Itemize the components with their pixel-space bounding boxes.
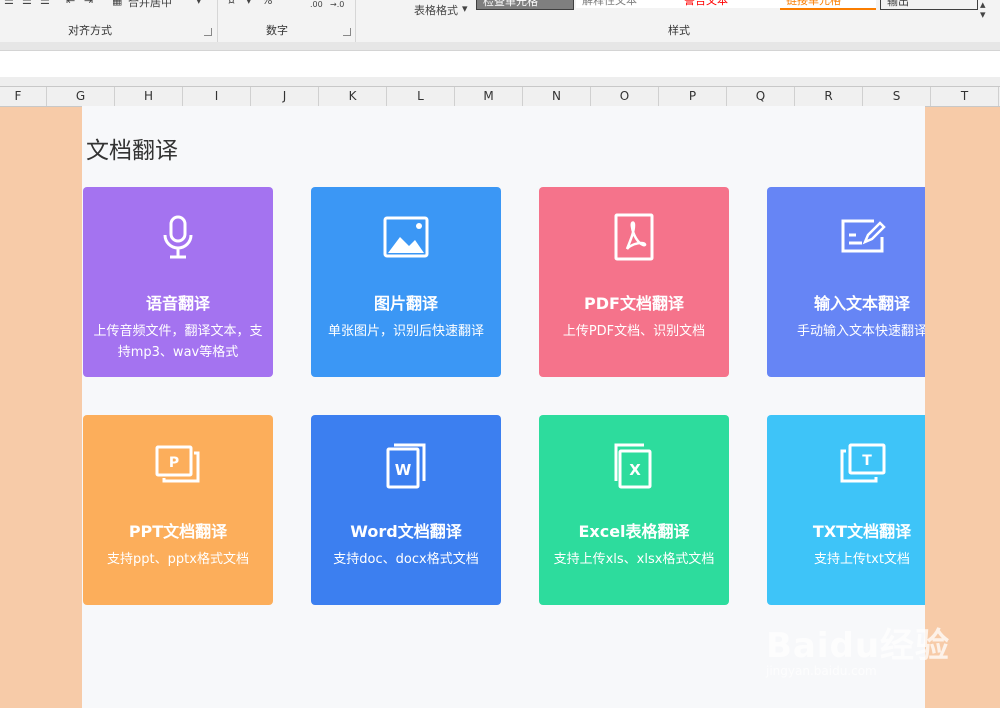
card-edit[interactable]: 输入文本翻译手动输入文本快速翻译 bbox=[767, 187, 925, 377]
card-pdf[interactable]: PDF文档翻译上传PDF文档、识别文档 bbox=[539, 187, 729, 377]
ribbon-spacer bbox=[0, 42, 1000, 50]
chevron-down-icon[interactable]: ▾ bbox=[246, 0, 252, 7]
chevron-down-icon[interactable]: ▾ bbox=[462, 2, 468, 15]
indent-decrease-icon[interactable]: ⇤ bbox=[66, 0, 75, 7]
indent-increase-icon[interactable]: ⇥ bbox=[84, 0, 93, 7]
align-right-icon[interactable]: ☰ bbox=[40, 0, 50, 7]
cell-style-explanatory[interactable]: 解释性文本 bbox=[576, 0, 678, 8]
edit-icon bbox=[838, 213, 886, 261]
pdf-icon bbox=[610, 213, 658, 261]
column-header-h[interactable]: H bbox=[115, 87, 183, 106]
alignment-dialog-launcher[interactable] bbox=[204, 28, 212, 36]
svg-text:P: P bbox=[169, 455, 179, 471]
card-description: 手动输入文本快速翻译 bbox=[796, 324, 925, 339]
microphone-icon bbox=[154, 213, 202, 261]
merge-center-button[interactable]: 合并居中 bbox=[128, 0, 172, 10]
watermark-logo-text: Baidu经验 bbox=[766, 626, 951, 666]
align-left-icon[interactable]: ☰ bbox=[4, 0, 14, 7]
card-title: PDF文档翻译 bbox=[584, 294, 684, 313]
more-styles-icon[interactable]: ▾ bbox=[980, 8, 986, 21]
column-header-l[interactable]: L bbox=[387, 87, 455, 106]
increase-decimal-button[interactable]: .00 bbox=[310, 0, 323, 9]
column-header-p[interactable]: P bbox=[659, 87, 727, 106]
group-label-alignment: 对齐方式 bbox=[68, 24, 112, 37]
cell-style-check[interactable]: 检查单元格 bbox=[476, 0, 574, 10]
card-image[interactable]: 图片翻译单张图片，识别后快速翻译 bbox=[311, 187, 501, 377]
card-description: 上传音频文件，翻译文本，支持mp3、wav等格式 bbox=[93, 324, 263, 360]
column-header-j[interactable]: J bbox=[251, 87, 319, 106]
column-headers: FGHIJKLMNOPQRST bbox=[0, 86, 1000, 107]
page-title: 文档翻译 bbox=[86, 138, 178, 164]
card-txt[interactable]: T TXT文档翻译支持上传txt文档 bbox=[767, 415, 925, 605]
column-header-m[interactable]: M bbox=[455, 87, 523, 106]
align-center-icon[interactable]: ☰ bbox=[22, 0, 32, 7]
column-header-f[interactable]: F bbox=[0, 87, 47, 106]
ppt-icon: P bbox=[154, 441, 202, 489]
cell-style-output[interactable]: 输出 bbox=[880, 0, 978, 10]
excel-icon: X bbox=[610, 441, 658, 489]
card-title: 图片翻译 bbox=[373, 294, 438, 313]
card-microphone[interactable]: 语音翻译上传音频文件，翻译文本，支持mp3、wav等格式 bbox=[83, 187, 273, 377]
watermark-url: jingyan.baidu.com bbox=[766, 664, 877, 678]
decrease-decimal-button[interactable]: →.0 bbox=[330, 0, 344, 9]
divider bbox=[217, 0, 218, 42]
ribbon: ☰ ☰ ☰ ⇤ ⇥ ▦ 合并居中 ▾ 对齐方式 ¤ ▾ % .00 →.0 数字… bbox=[0, 0, 1000, 43]
column-header-o[interactable]: O bbox=[591, 87, 659, 106]
column-header-k[interactable]: K bbox=[319, 87, 387, 106]
card-ppt[interactable]: P PPT文档翻译支持ppt、pptx格式文档 bbox=[83, 415, 273, 605]
image-icon bbox=[382, 213, 430, 261]
card-title: TXT文档翻译 bbox=[812, 522, 912, 541]
card-description: 支持上传xls、xlsx格式文档 bbox=[553, 552, 715, 567]
card-description: 支持上传txt文档 bbox=[814, 552, 910, 567]
table-format-button[interactable]: 表格格式 bbox=[414, 2, 458, 18]
column-header-r[interactable]: R bbox=[795, 87, 863, 106]
currency-icon[interactable]: ¤ bbox=[228, 0, 235, 7]
group-label-styles: 样式 bbox=[668, 24, 690, 37]
word-icon: W bbox=[382, 441, 430, 489]
formula-bar[interactable] bbox=[0, 50, 1000, 78]
card-title: Word文档翻译 bbox=[350, 522, 462, 541]
toolbar-spacer bbox=[0, 77, 1000, 86]
cell-style-warning[interactable]: 警告文本 bbox=[678, 0, 780, 8]
card-title: Excel表格翻译 bbox=[578, 522, 690, 541]
card-title: 输入文本翻译 bbox=[813, 294, 910, 313]
column-header-t[interactable]: T bbox=[931, 87, 999, 106]
svg-text:W: W bbox=[395, 461, 412, 479]
column-header-q[interactable]: Q bbox=[727, 87, 795, 106]
group-label-number: 数字 bbox=[266, 24, 288, 37]
column-header-s[interactable]: S bbox=[863, 87, 931, 106]
percent-button[interactable]: % bbox=[262, 0, 272, 7]
card-word[interactable]: W Word文档翻译支持doc、docx格式文档 bbox=[311, 415, 501, 605]
chevron-down-icon[interactable]: ▾ bbox=[196, 0, 202, 7]
number-dialog-launcher[interactable] bbox=[343, 28, 351, 36]
card-description: 单张图片，识别后快速翻译 bbox=[327, 324, 484, 339]
cell-style-linked[interactable]: 链接单元格 bbox=[780, 0, 876, 10]
card-title: 语音翻译 bbox=[145, 294, 210, 313]
baidu-watermark: Baidu经验 jingyan.baidu.com bbox=[766, 600, 966, 690]
txt-icon: T bbox=[838, 441, 886, 489]
merge-center-icon: ▦ bbox=[112, 0, 123, 7]
column-header-g[interactable]: G bbox=[47, 87, 115, 106]
svg-text:T: T bbox=[862, 453, 872, 469]
card-excel[interactable]: X Excel表格翻译支持上传xls、xlsx格式文档 bbox=[539, 415, 729, 605]
card-description: 支持doc、docx格式文档 bbox=[333, 552, 479, 567]
column-header-n[interactable]: N bbox=[523, 87, 591, 106]
divider bbox=[355, 0, 356, 42]
column-header-i[interactable]: I bbox=[183, 87, 251, 106]
card-title: PPT文档翻译 bbox=[128, 522, 228, 541]
card-description: 上传PDF文档、识别文档 bbox=[562, 324, 706, 339]
card-description: 支持ppt、pptx格式文档 bbox=[107, 552, 249, 567]
svg-text:X: X bbox=[629, 461, 641, 479]
